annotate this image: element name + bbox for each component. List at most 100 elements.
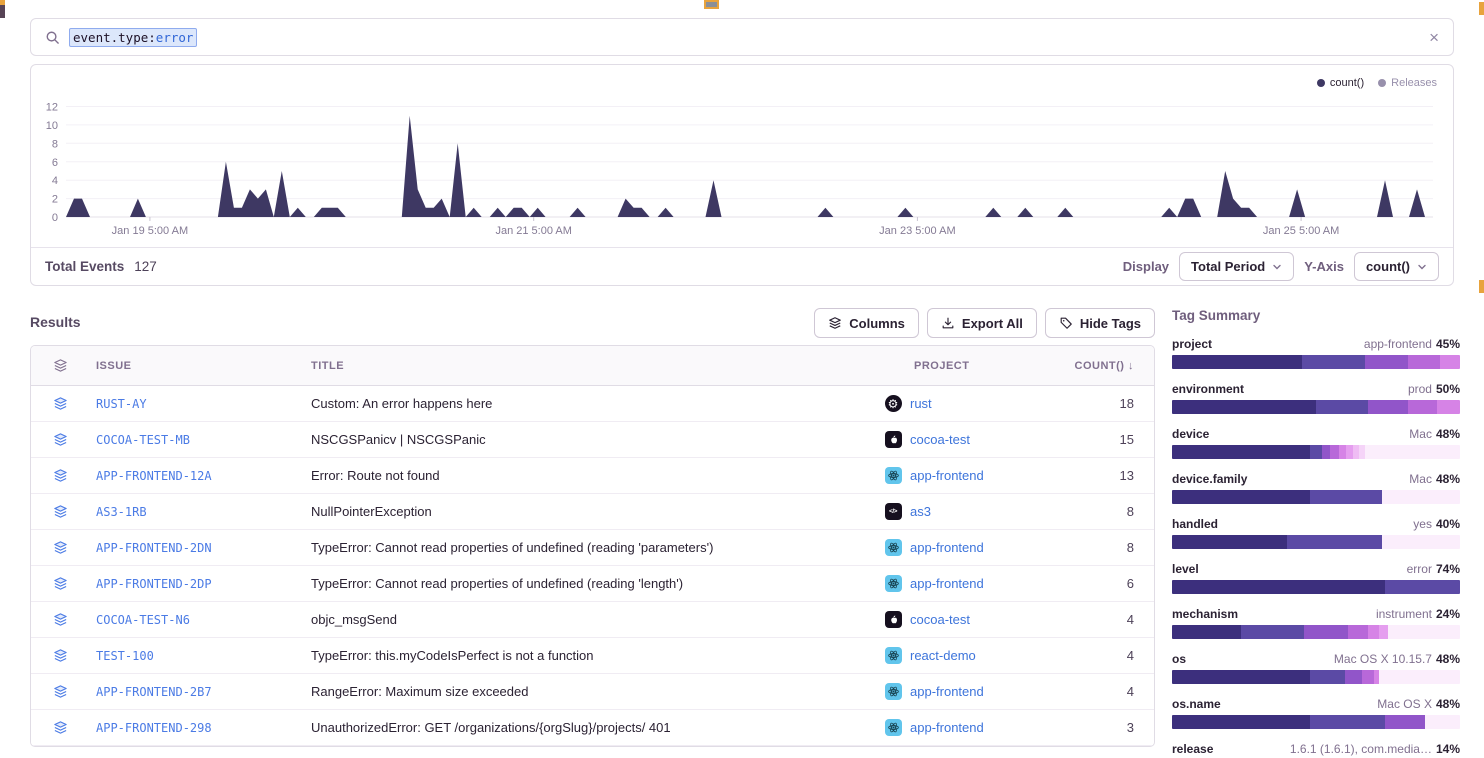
project-link[interactable]: react-demo [910, 648, 976, 663]
facet-environment: environmentprod50% [1172, 382, 1460, 414]
project-link[interactable]: app-frontend [910, 468, 984, 483]
facet-tag-label: mechanism [1172, 607, 1238, 621]
event-count: 8 [1074, 540, 1154, 555]
facet-top-percent: 48% [1436, 427, 1460, 441]
issue-stack-icon [31, 468, 96, 483]
yaxis-label: Y-Axis [1304, 259, 1344, 274]
facet-os.name: os.nameMac OS X48% [1172, 697, 1460, 729]
rust-platform-icon: ⚙ [884, 395, 902, 413]
hide-tags-button[interactable]: Hide Tags [1045, 308, 1155, 338]
legend-item-releases[interactable]: Releases [1378, 77, 1437, 89]
screenshot-artifact [1479, 280, 1484, 293]
event-count: 6 [1074, 576, 1154, 591]
facet-bar[interactable] [1172, 715, 1460, 729]
issue-link[interactable]: COCOA-TEST-MB [96, 433, 190, 447]
facet-bar[interactable] [1172, 490, 1460, 504]
facet-top-value: app-frontend [1364, 337, 1432, 351]
search-token-value: error [156, 30, 194, 45]
table-row: COCOA-TEST-N6 objc_msgSend cocoa-test 4 [31, 602, 1154, 638]
facet-top-percent: 24% [1436, 607, 1460, 621]
event-count: 18 [1074, 396, 1154, 411]
hide-tags-button-label: Hide Tags [1080, 316, 1141, 331]
issue-title: objc_msgSend [311, 612, 884, 627]
issue-stack-icon [31, 504, 96, 519]
issue-link[interactable]: APP-FRONTEND-298 [96, 721, 212, 735]
facet-bar[interactable] [1172, 355, 1460, 369]
event-count: 8 [1074, 504, 1154, 519]
issue-title: Error: Route not found [311, 468, 884, 483]
total-events-label: Total Events [45, 259, 124, 274]
project-link[interactable]: rust [910, 396, 932, 411]
issue-title: Custom: An error happens here [311, 396, 884, 411]
project-link[interactable]: cocoa-test [910, 612, 970, 627]
facet-top-value: error [1407, 562, 1432, 576]
issue-link[interactable]: COCOA-TEST-N6 [96, 613, 190, 627]
facet-top-percent: 45% [1436, 337, 1460, 351]
issue-link[interactable]: AS3-1RB [96, 505, 147, 519]
project-link[interactable]: app-frontend [910, 576, 984, 591]
screenshot-artifact [704, 0, 719, 9]
facet-top-value: Mac OS X 10.15.7 [1334, 652, 1432, 666]
tag-icon [1059, 316, 1073, 330]
yaxis-dropdown[interactable]: count() [1354, 252, 1439, 281]
results-toolbar: Columns Export All Hide Tags [30, 308, 1155, 338]
svg-text:8: 8 [52, 138, 58, 150]
facet-tag-label: os.name [1172, 697, 1221, 711]
facet-level: levelerror74% [1172, 562, 1460, 594]
tag-summary-panel: Tag Summary projectapp-frontend45%enviro… [1172, 308, 1460, 758]
chart-legend: count() Releases [1317, 77, 1437, 89]
search-query-token[interactable]: event.type:error [69, 28, 197, 47]
stack-header-icon [31, 358, 96, 373]
legend-releases-label: Releases [1391, 77, 1437, 89]
facet-bar[interactable] [1172, 445, 1460, 459]
project-link[interactable]: app-frontend [910, 720, 984, 735]
search-bar[interactable]: event.type:error × [30, 18, 1454, 56]
header-issue: ISSUE [96, 360, 311, 372]
facet-top-value: Mac [1409, 427, 1432, 441]
issue-link[interactable]: RUST-AY [96, 397, 147, 411]
issue-link[interactable]: APP-FRONTEND-2B7 [96, 685, 212, 699]
facet-tag-label: level [1172, 562, 1199, 576]
issue-link[interactable]: TEST-100 [96, 649, 154, 663]
issue-title: NullPointerException [311, 504, 884, 519]
issue-title: UnauthorizedError: GET /organizations/{o… [311, 720, 884, 735]
issue-link[interactable]: APP-FRONTEND-12A [96, 469, 212, 483]
yaxis-dropdown-value: count() [1366, 259, 1410, 274]
table-row: RUST-AY Custom: An error happens here⚙ rus… [31, 386, 1154, 422]
project-link[interactable]: cocoa-test [910, 432, 970, 447]
facet-bar[interactable] [1172, 580, 1460, 594]
table-body: RUST-AY Custom: An error happens here⚙ rus… [31, 386, 1154, 746]
facet-bar[interactable] [1172, 535, 1460, 549]
project-link[interactable]: as3 [910, 504, 931, 519]
search-icon [45, 30, 60, 45]
screenshot-artifact [0, 0, 5, 18]
table-row: APP-FRONTEND-2B7RangeError: Maximum size… [31, 674, 1154, 710]
code-platform-icon: </> [884, 503, 902, 521]
screenshot-artifact [1479, 2, 1484, 15]
issue-link[interactable]: APP-FRONTEND-2DN [96, 541, 212, 555]
issue-stack-icon [31, 648, 96, 663]
svg-text:6: 6 [52, 157, 58, 169]
issue-link[interactable]: APP-FRONTEND-2DP [96, 577, 212, 591]
event-count: 4 [1074, 684, 1154, 699]
columns-button[interactable]: Columns [814, 308, 919, 338]
facet-bar[interactable] [1172, 625, 1460, 639]
header-count-sort[interactable]: COUNT() ↓ [1074, 360, 1154, 372]
facet-bar[interactable] [1172, 670, 1460, 684]
facet-bar[interactable] [1172, 400, 1460, 414]
chart-footer: Total Events 127 Display Total Period Y-… [31, 247, 1453, 285]
project-link[interactable]: app-frontend [910, 540, 984, 555]
clear-search-icon[interactable]: × [1429, 29, 1439, 46]
facet-top-value: 1.6.1 (1.6.1), com.media… [1290, 742, 1432, 756]
legend-item-count[interactable]: count() [1317, 77, 1364, 89]
event-count: 4 [1074, 612, 1154, 627]
svg-text:12: 12 [46, 102, 58, 114]
display-dropdown[interactable]: Total Period [1179, 252, 1294, 281]
results-table: ISSUE TITLE PROJECT COUNT() ↓ RUST-AYCus… [30, 345, 1155, 747]
event-count: 13 [1074, 468, 1154, 483]
project-link[interactable]: app-frontend [910, 684, 984, 699]
svg-text:Jan 25 5:00 AM: Jan 25 5:00 AM [1263, 225, 1339, 237]
facet-tag-label: project [1172, 337, 1212, 351]
export-all-button[interactable]: Export All [927, 308, 1037, 338]
svg-text:10: 10 [46, 120, 58, 132]
